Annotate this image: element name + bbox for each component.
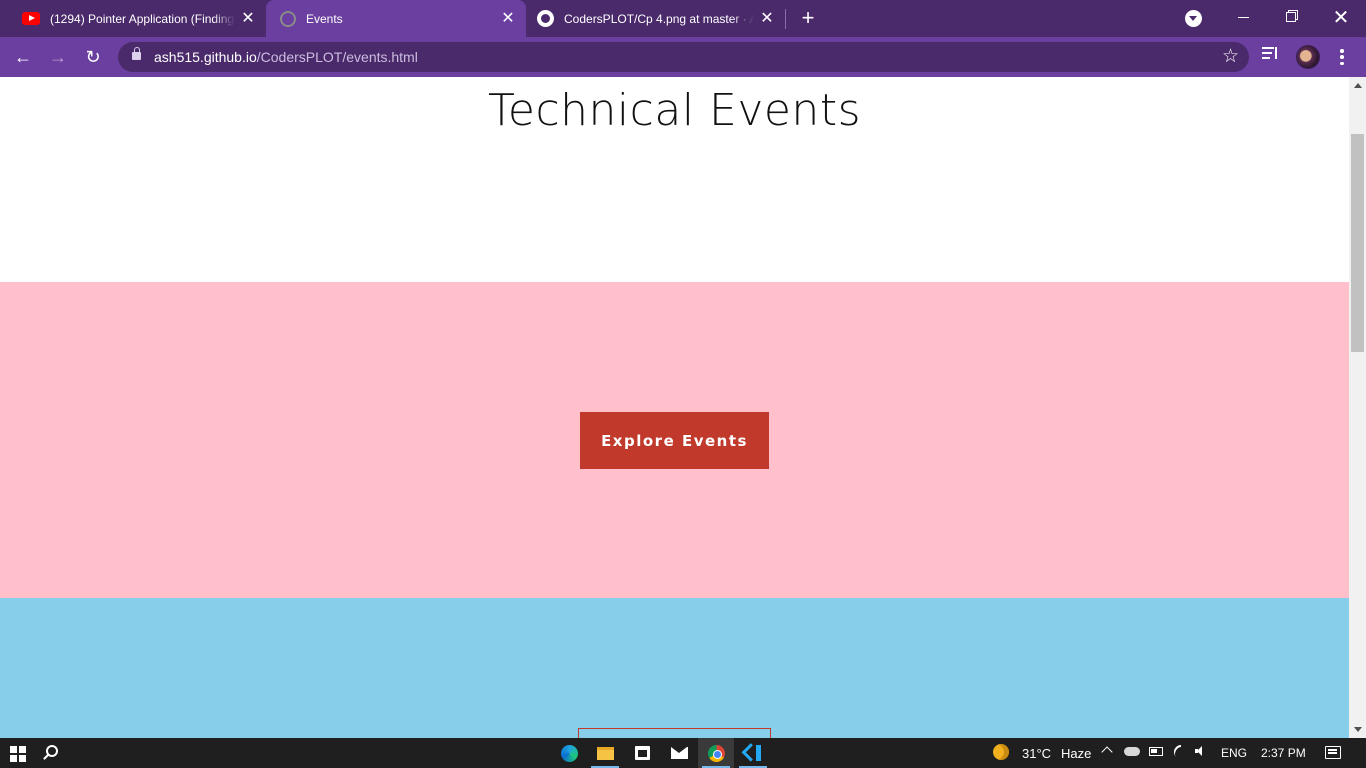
github-icon: [537, 10, 554, 27]
chrome-icon[interactable]: [698, 738, 734, 768]
tab-github[interactable]: CodersPLOT/Cp 4.png at master · As ✕: [527, 0, 785, 37]
scroll-up-arrow-icon[interactable]: [1349, 77, 1366, 94]
address-bar[interactable]: ash515.github.io/CodersPLOT/events.html …: [118, 42, 1249, 72]
windows-taskbar: 31°C Haze ENG 2:37 PM: [0, 738, 1366, 768]
new-tab-button[interactable]: +: [797, 7, 819, 29]
url-text[interactable]: ash515.github.io/CodersPLOT/events.html: [154, 49, 418, 65]
tab-title: (1294) Pointer Application (Finding t: [50, 11, 235, 26]
explore-events-button[interactable]: Explore Events: [580, 412, 769, 469]
back-arrow-icon[interactable]: ←: [11, 45, 35, 69]
weather-temperature[interactable]: 31°C: [1022, 746, 1051, 761]
file-explorer-icon[interactable]: [587, 738, 623, 768]
lock-icon[interactable]: [132, 47, 141, 60]
close-tab-icon[interactable]: ✕: [240, 10, 256, 27]
globe-icon: [280, 10, 296, 27]
outlined-button[interactable]: [578, 728, 771, 738]
weather-condition[interactable]: Haze: [1061, 746, 1091, 761]
onedrive-cloud-icon[interactable]: [1124, 747, 1140, 756]
windows-start-icon[interactable]: [10, 746, 26, 762]
page-title: Technical Events: [488, 85, 861, 136]
close-tab-icon[interactable]: ✕: [500, 10, 516, 27]
notification-center-icon[interactable]: [1325, 746, 1341, 759]
close-tab-icon[interactable]: ✕: [759, 10, 775, 27]
edge-icon[interactable]: [551, 738, 587, 768]
search-icon[interactable]: [46, 745, 58, 757]
page-scrollbar[interactable]: [1349, 77, 1366, 738]
tab-separator: [785, 9, 786, 29]
minimize-button[interactable]: [1220, 0, 1266, 34]
store-icon[interactable]: [624, 738, 660, 768]
youtube-icon: [22, 12, 40, 25]
forward-arrow-icon[interactable]: →: [46, 45, 70, 69]
scroll-down-arrow-icon[interactable]: [1349, 721, 1366, 738]
vscode-icon[interactable]: [735, 738, 771, 768]
tab-title: CodersPLOT/Cp 4.png at master · As: [564, 11, 754, 26]
weather-icon[interactable]: [993, 744, 1009, 760]
scroll-thumb[interactable]: [1351, 134, 1364, 352]
url-host: ash515.github.io: [154, 49, 257, 65]
more-menu-icon[interactable]: [1336, 47, 1348, 67]
url-path: /CodersPLOT/events.html: [256, 49, 418, 65]
media-controls-icon[interactable]: [1262, 47, 1282, 67]
volume-icon[interactable]: [1195, 746, 1205, 756]
tab-search-icon[interactable]: [1185, 10, 1202, 27]
clock[interactable]: 2:37 PM: [1261, 746, 1306, 760]
profile-avatar[interactable]: [1296, 45, 1320, 69]
mail-icon[interactable]: [661, 738, 697, 768]
minimize-icon: [1237, 16, 1249, 18]
restore-button[interactable]: [1268, 0, 1314, 34]
page-viewport: Technical Events Explore Events: [0, 77, 1349, 738]
tab-title: Events: [306, 11, 343, 26]
wifi-icon[interactable]: [1171, 742, 1191, 762]
window-close-button[interactable]: ✕: [1318, 0, 1364, 34]
browser-tab-strip: (1294) Pointer Application (Finding t ✕ …: [0, 0, 1366, 37]
bookmark-star-icon[interactable]: ☆: [1222, 45, 1239, 68]
explore-section: Explore Events: [0, 282, 1349, 598]
battery-icon[interactable]: [1149, 747, 1163, 756]
browser-toolbar: ← → ↻ ash515.github.io/CodersPLOT/events…: [0, 37, 1366, 77]
blue-section: [0, 598, 1349, 738]
tab-events[interactable]: Events ✕: [266, 0, 526, 37]
language-indicator[interactable]: ENG: [1221, 746, 1247, 760]
show-hidden-icons-chevron-icon[interactable]: [1101, 744, 1113, 758]
reload-icon[interactable]: ↻: [81, 45, 105, 69]
restore-icon: [1286, 12, 1296, 22]
tab-youtube[interactable]: (1294) Pointer Application (Finding t ✕: [14, 0, 266, 37]
